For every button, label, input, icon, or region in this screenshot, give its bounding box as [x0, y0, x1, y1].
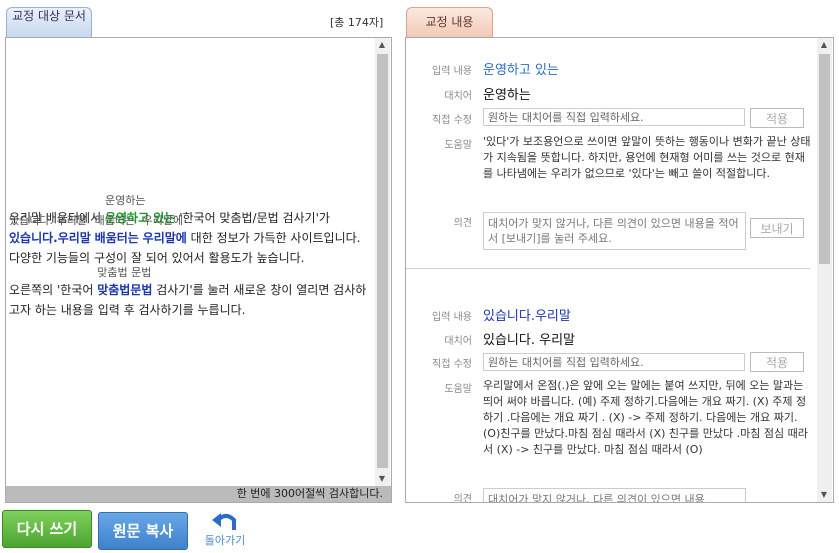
tab-correction-content[interactable]: 교정 내용 [406, 7, 493, 37]
text-segment: '한국어 맞춤법/문법 검사기'가 [175, 211, 330, 225]
error-word[interactable]: 있습니다.우리말 [9, 231, 91, 245]
replace-row: 대치어 운영하는 [406, 84, 816, 103]
suggestion-hint: 운영하는 [104, 194, 146, 207]
direct-edit-input[interactable]: 원하는 대치어를 직접 입력하세요. [483, 353, 745, 371]
help-label: 도움말 [444, 384, 472, 395]
scroll-down-icon[interactable]: ▼ [375, 472, 389, 486]
back-button[interactable]: 돌아가기 [196, 512, 254, 547]
help-label: 도움말 [444, 140, 472, 151]
input-value: 운영하고 있는 [483, 63, 559, 78]
suggestion-hint: 배움터는 [94, 214, 136, 227]
back-label: 돌아가기 [204, 534, 246, 547]
scroll-up-icon[interactable]: ▲ [375, 38, 389, 52]
correction-scrollbar[interactable]: ▲ ▼ [817, 38, 832, 502]
input-value: 있습니다.우리말 [483, 309, 571, 324]
document-scrollbar[interactable]: ▲ ▼ [375, 38, 390, 486]
direct-edit-input[interactable]: 원하는 대치어를 직접 입력하세요. [483, 108, 745, 126]
apply-button[interactable]: 적용 [750, 108, 804, 128]
char-count: [총 174자] [330, 16, 384, 29]
opinion-row: 의견 대치어가 맞지 않거나, 다른 의견이 있으면 내용 [406, 488, 816, 503]
help-text: 우리말에서 온점(.)은 앞에 오는 말에는 붙여 쓰지만, 뒤에 오는 말과는… [483, 379, 808, 456]
item-divider [406, 268, 810, 269]
replace-row: 대치어 있습니다. 우리말 [406, 329, 816, 348]
help-text: '있다'가 보조용언으로 쓰이면 앞말이 뜻하는 행동이나 변화가 끝난 상태가… [483, 135, 811, 180]
opinion-row: 의견 대치어가 맞지 않거나, 다른 의견이 있으면 내용을 적어서 [보내기]… [406, 212, 816, 252]
opinion-textarea[interactable]: 대치어가 맞지 않거나, 다른 의견이 있으면 내용을 적어서 [보내기]를 눌… [483, 212, 746, 250]
document-paragraph: 오른쪽의 '한국어 맞춤법 문법 맞춤법문법 검사기'를 눌러 새로운 창이 열리… [9, 266, 371, 320]
suggestion-mark[interactable]: 맞춤법 문법맞춤법문법 [97, 266, 152, 300]
input-row: 입력 내용 운영하고 있는 [406, 59, 816, 78]
tab-target-document[interactable]: 교정 대상 문서 [6, 7, 92, 37]
correction-panel: 입력 내용 운영하고 있는 대치어 운영하는 직접 수정 원하는 대치어를 직접… [405, 37, 834, 503]
input-row: 입력 내용 있습니다.우리말 [406, 305, 816, 324]
direct-label: 직접 수정 [432, 115, 472, 126]
help-row: 도움말 '있다'가 보조용언으로 쓰이면 앞말이 뜻하는 행동이나 변화가 끝난… [406, 134, 816, 204]
document-text: 우리말 배움터에서 운영하는 운영하고 있는 '한국어 맞춤법/문법 검사기'가 … [9, 194, 371, 332]
copy-original-button[interactable]: 원문 복사 [98, 512, 188, 550]
scroll-thumb[interactable] [819, 54, 830, 264]
direct-row: 직접 수정 원하는 대치어를 직접 입력하세요. 적용 [406, 352, 816, 374]
opinion-textarea[interactable]: 대치어가 맞지 않거나, 다른 의견이 있으면 내용 [483, 488, 746, 502]
replace-label: 대치어 [444, 91, 472, 102]
suggestion-hint: 우리말에 [142, 214, 184, 227]
replace-label: 대치어 [444, 336, 472, 347]
replace-value[interactable]: 있습니다. 우리말 [483, 329, 575, 348]
error-word[interactable]: 우리말에 [143, 231, 187, 245]
direct-label: 직접 수정 [432, 359, 472, 370]
apply-button[interactable]: 적용 [750, 352, 804, 372]
help-row: 도움말 우리말에서 온점(.)은 앞에 오는 말에는 붙여 쓰지만, 뒤에 오는… [406, 378, 816, 478]
document-paragraph: 우리말 배움터에서 운영하는 운영하고 있는 '한국어 맞춤법/문법 검사기'가 … [9, 194, 371, 268]
error-word[interactable]: 맞춤법문법 [97, 283, 152, 297]
scroll-down-icon[interactable]: ▼ [817, 488, 831, 502]
scroll-up-icon[interactable]: ▲ [817, 38, 831, 52]
scroll-thumb[interactable] [377, 54, 388, 468]
input-label: 입력 내용 [432, 66, 472, 77]
replace-value[interactable]: 운영하는 [483, 84, 531, 103]
opinion-label: 의견 [453, 494, 472, 503]
rewrite-button[interactable]: 다시 쓰기 [2, 510, 92, 548]
document-panel: 우리말 배움터에서 운영하는 운영하고 있는 '한국어 맞춤법/문법 검사기'가 … [5, 37, 392, 503]
direct-row: 직접 수정 원하는 대치어를 직접 입력하세요. 적용 [406, 108, 816, 128]
text-segment: 오른쪽의 '한국어 [9, 283, 98, 297]
correction-item: 입력 내용 있습니다.우리말 대치어 있습니다. 우리말 직접 수정 원하는 대… [406, 270, 816, 503]
correction-item: 입력 내용 운영하고 있는 대치어 운영하는 직접 수정 원하는 대치어를 직접… [406, 38, 816, 270]
status-bar: 한 번에 300어절씩 검사합니다. [6, 486, 391, 502]
opinion-label: 의견 [453, 218, 472, 229]
send-button[interactable]: 보내기 [750, 218, 804, 238]
suggestion-hint: 있습니다. 우리말 [9, 214, 87, 227]
error-word[interactable]: 배움터는 [95, 231, 139, 245]
suggestion-mark[interactable]: 있습니다. 우리말있습니다.우리말 [9, 214, 91, 248]
suggestion-mark[interactable]: 우리말에 우리말에 [143, 214, 187, 248]
back-arrow-icon [212, 513, 236, 530]
suggestion-mark[interactable]: 배움터는 배움터는 [95, 214, 139, 248]
suggestion-hint: 맞춤법 문법 [97, 266, 152, 279]
input-label: 입력 내용 [432, 312, 472, 323]
